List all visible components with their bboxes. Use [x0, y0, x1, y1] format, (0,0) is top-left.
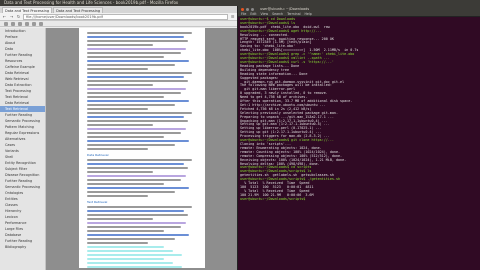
text-line — [87, 92, 181, 94]
text-line — [87, 179, 181, 181]
menu-item[interactable]: View — [261, 12, 269, 16]
text-line — [87, 76, 184, 78]
text-line — [87, 163, 184, 165]
text-line — [87, 32, 192, 34]
sidebar-item[interactable]: Bibliography — [0, 244, 45, 250]
browser-tab[interactable]: Data and Text Processing — [53, 6, 104, 13]
highlighted-line — [87, 262, 173, 264]
text-line — [87, 88, 186, 90]
text-line — [87, 84, 153, 86]
terminal-title: user@ubuntu: ~/Downloads — [260, 7, 310, 11]
highlighted-line — [87, 250, 173, 252]
text-line — [87, 60, 190, 62]
section-heading: Data Retrieval — [87, 153, 109, 157]
menu-item[interactable]: Edit — [250, 12, 256, 16]
browser-tab[interactable]: Data and Text Processing — [2, 6, 53, 13]
menu-icon[interactable]: ☰ — [230, 14, 235, 19]
text-line — [87, 214, 189, 216]
menu-item[interactable]: File — [241, 12, 246, 16]
text-line — [87, 40, 189, 42]
pdf-outline-sidebar: Introduction Preface About Data Further Read… — [0, 28, 46, 270]
terminal-output[interactable]: user@ubuntu:~$ cd Downloads user@ubuntu:~… — [238, 17, 480, 270]
maximize-icon[interactable] — [251, 7, 254, 11]
text-line — [87, 112, 192, 114]
text-line — [87, 183, 164, 185]
window-title: Data and Text Processing for Health and … — [4, 0, 179, 5]
text-line — [87, 56, 164, 58]
highlighted-line — [87, 246, 164, 248]
text-line — [87, 124, 153, 126]
previous-page-icon[interactable] — [18, 21, 22, 26]
text-line — [87, 100, 190, 102]
text-line — [87, 167, 189, 169]
section-heading: Text Retrieval — [87, 200, 108, 204]
pdf-page: Data Retrieval Text Retrieval — [79, 28, 205, 268]
text-line — [87, 238, 175, 240]
menu-item[interactable]: Search — [272, 12, 283, 16]
text-line — [87, 210, 184, 212]
text-line — [87, 187, 190, 189]
text-line — [87, 171, 153, 173]
minimize-icon[interactable] — [246, 7, 249, 11]
text-line — [87, 104, 175, 106]
highlighted-line — [87, 254, 182, 256]
text-line — [87, 36, 184, 38]
text-line — [87, 96, 164, 98]
text-line — [87, 132, 181, 134]
text-line — [87, 44, 153, 46]
text-line — [87, 140, 190, 142]
terminal-window: user@ubuntu: ~/Downloads File Edit View Sea… — [237, 6, 480, 270]
text-line — [87, 108, 148, 110]
document-area: Data Retrieval Text Retrieval — [46, 28, 237, 270]
text-line — [87, 144, 175, 146]
text-line — [87, 80, 189, 82]
sidebar-toggle-icon[interactable] — [4, 21, 8, 26]
browser-tab-bar: Data and Text Processing Data and Text P… — [0, 6, 237, 13]
text-line — [87, 242, 148, 244]
forward-arrow-icon[interactable]: → — [9, 14, 14, 19]
text-line — [87, 116, 184, 118]
zoom-in-icon[interactable] — [39, 21, 43, 26]
terminal-line: user@ubuntu:~/Downloads/scripts$ — [240, 196, 308, 201]
text-line — [87, 120, 189, 122]
next-page-icon[interactable] — [25, 21, 29, 26]
pdf-viewer-window: Data and Text Processing Data and Text P… — [0, 6, 237, 270]
text-line — [87, 191, 175, 193]
text-line — [87, 206, 192, 208]
reload-icon[interactable]: ↻ — [16, 14, 21, 19]
text-line — [87, 195, 148, 197]
pdf-toolbar — [0, 21, 237, 27]
highlighted-line — [87, 266, 182, 268]
menu-item[interactable]: Help — [305, 12, 312, 16]
text-line — [87, 128, 186, 130]
text-line — [87, 136, 164, 138]
zoom-out-icon[interactable] — [32, 21, 36, 26]
back-arrow-icon[interactable]: ← — [2, 14, 7, 19]
highlighted-line — [87, 258, 164, 260]
text-line — [87, 64, 175, 66]
url-bar[interactable]: file:///home/user/Downloads/book2019b.pd… — [23, 13, 228, 20]
text-line — [87, 226, 181, 228]
text-line — [87, 234, 190, 236]
find-icon[interactable] — [11, 21, 15, 26]
close-icon[interactable] — [241, 7, 244, 11]
text-line — [87, 222, 186, 224]
navigation-bar: ← → ↻ file:///home/user/Downloads/book20… — [0, 13, 237, 21]
text-line — [87, 72, 192, 74]
text-line — [87, 175, 186, 177]
text-line — [87, 230, 164, 232]
text-line — [87, 148, 148, 150]
menu-item[interactable]: Terminal — [287, 12, 300, 16]
text-line — [87, 48, 186, 50]
text-line — [87, 52, 181, 54]
text-line — [87, 159, 192, 161]
text-line — [87, 218, 153, 220]
text-line — [87, 68, 148, 70]
